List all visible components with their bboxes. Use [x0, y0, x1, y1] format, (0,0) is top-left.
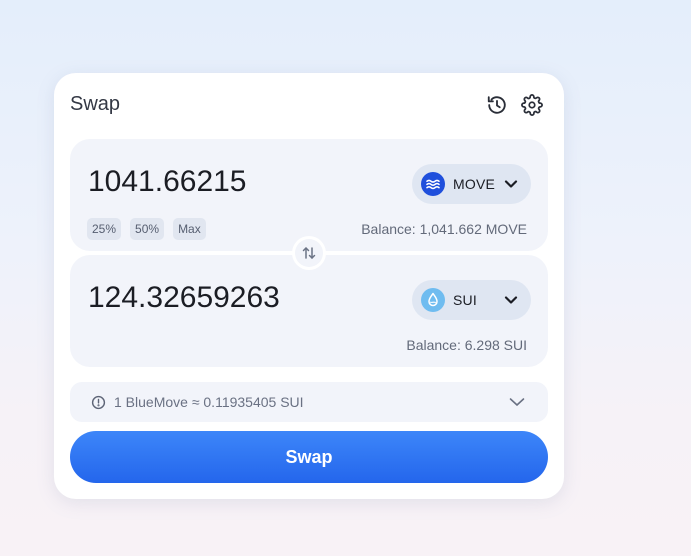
move-token-icon	[421, 172, 445, 196]
from-token-panel: MOVE 25% 50% Max Balance: 1,041.662 MOVE	[70, 139, 548, 251]
max-button[interactable]: Max	[173, 218, 206, 240]
chevron-down-icon	[503, 176, 519, 192]
to-balance: Balance: 6.298 SUI	[406, 337, 527, 353]
history-icon[interactable]	[486, 94, 508, 116]
from-amount-input[interactable]	[88, 165, 388, 199]
page-title: Swap	[70, 93, 121, 115]
to-token-panel: SUI Balance: 6.298 SUI	[70, 255, 548, 367]
from-token-select[interactable]: MOVE	[412, 164, 531, 204]
to-token-symbol: SUI	[453, 292, 477, 308]
exchange-rate-row[interactable]: 1 BlueMove ≈ 0.11935405 SUI	[70, 382, 548, 422]
from-token-symbol: MOVE	[453, 176, 496, 192]
flip-direction-button[interactable]	[292, 236, 326, 270]
to-amount-input[interactable]	[88, 281, 388, 315]
swap-card: Swap MOVE	[54, 73, 564, 499]
swap-button[interactable]: Swap	[70, 431, 548, 483]
percent-buttons: 25% 50% Max	[87, 218, 206, 240]
swap-direction-icon	[295, 239, 323, 267]
from-balance: Balance: 1,041.662 MOVE	[361, 221, 527, 237]
exchange-rate-text: 1 BlueMove ≈ 0.11935405 SUI	[114, 394, 304, 410]
info-icon	[91, 395, 106, 410]
sui-token-icon	[421, 288, 445, 312]
to-token-select[interactable]: SUI	[412, 280, 531, 320]
gear-icon[interactable]	[521, 94, 543, 116]
chevron-down-icon	[503, 292, 519, 308]
chevron-down-icon[interactable]	[508, 393, 526, 411]
percent-25-button[interactable]: 25%	[87, 218, 122, 240]
percent-50-button[interactable]: 50%	[130, 218, 165, 240]
